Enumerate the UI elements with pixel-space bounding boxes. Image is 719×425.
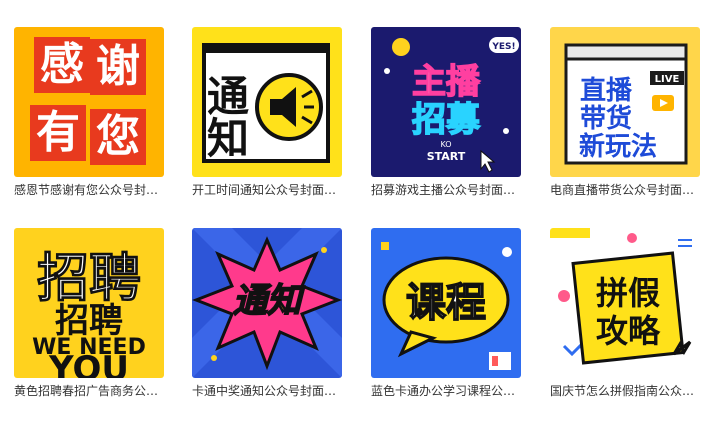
svg-text:您: 您 [96,111,140,162]
template-thumbnail[interactable]: LIVE 直播 带货 新玩法 [550,27,700,177]
template-thumbnail[interactable]: YES! 主播 招募 KO START [371,27,521,177]
holiday-guide-thumbnail-art: 拼假 攻略 [550,228,700,378]
template-title[interactable]: 蓝色卡通办公学习课程公众号封面首图 [371,383,521,399]
template-thumbnail[interactable]: 课程 [371,228,521,378]
svg-text:YES!: YES! [491,42,515,52]
svg-text:课程: 课程 [406,280,486,326]
template-thumbnail[interactable]: 感 谢 有 您 [14,27,164,177]
template-title[interactable]: 开工时间通知公众号封面首图 [192,182,342,198]
svg-text:有: 有 [36,107,80,158]
svg-text:招聘: 招聘 [37,249,141,309]
svg-text:招募: 招募 [412,100,481,140]
course-thumbnail-art: 课程 [371,228,521,378]
recruitment-thumbnail-art: 招聘 招聘 WE NEED YOU [14,228,164,378]
svg-text:YOU: YOU [48,349,129,378]
svg-text:START: START [427,150,466,163]
streamer-recruit-thumbnail-art: YES! 主播 招募 KO START [371,27,521,177]
svg-text:带货: 带货 [580,103,632,134]
svg-text:主播: 主播 [412,62,481,102]
svg-text:通知: 通知 [233,281,305,321]
svg-text:知: 知 [207,114,249,163]
template-thumbnail[interactable]: 通 知 [192,27,342,177]
notice-thumbnail-art: 通 知 [192,27,342,177]
thanksgiving-thumbnail-art: 感 谢 有 您 [14,27,164,177]
svg-text:谢: 谢 [96,41,140,92]
svg-text:KO: KO [440,140,451,149]
template-thumbnail[interactable]: 拼假 攻略 [550,228,700,378]
svg-text:直播: 直播 [580,76,633,106]
live-commerce-thumbnail-art: LIVE 直播 带货 新玩法 [550,27,700,177]
template-thumbnail[interactable]: 招聘 招聘 WE NEED YOU [14,228,164,378]
template-thumbnail[interactable]: 通知 [192,228,342,378]
svg-text:拼假: 拼假 [596,274,660,312]
svg-text:攻略: 攻略 [596,312,661,350]
template-title[interactable]: 卡通中奖通知公众号封面首图 [192,383,342,399]
template-title[interactable]: 黄色招聘春招广告商务公众号封面首图 [14,383,164,399]
template-title[interactable]: 招募游戏主播公众号封面首图 [371,182,521,198]
template-title[interactable]: 感恩节感谢有您公众号封面首图 [14,182,164,198]
template-title[interactable]: 电商直播带货公众号封面首图 [550,182,700,198]
template-title[interactable]: 国庆节怎么拼假指南公众号封面首图 [550,383,700,399]
svg-text:LIVE: LIVE [655,74,680,85]
prize-notice-thumbnail-art: 通知 [192,228,342,378]
svg-text:新玩法: 新玩法 [579,131,657,162]
svg-text:感: 感 [40,39,84,90]
